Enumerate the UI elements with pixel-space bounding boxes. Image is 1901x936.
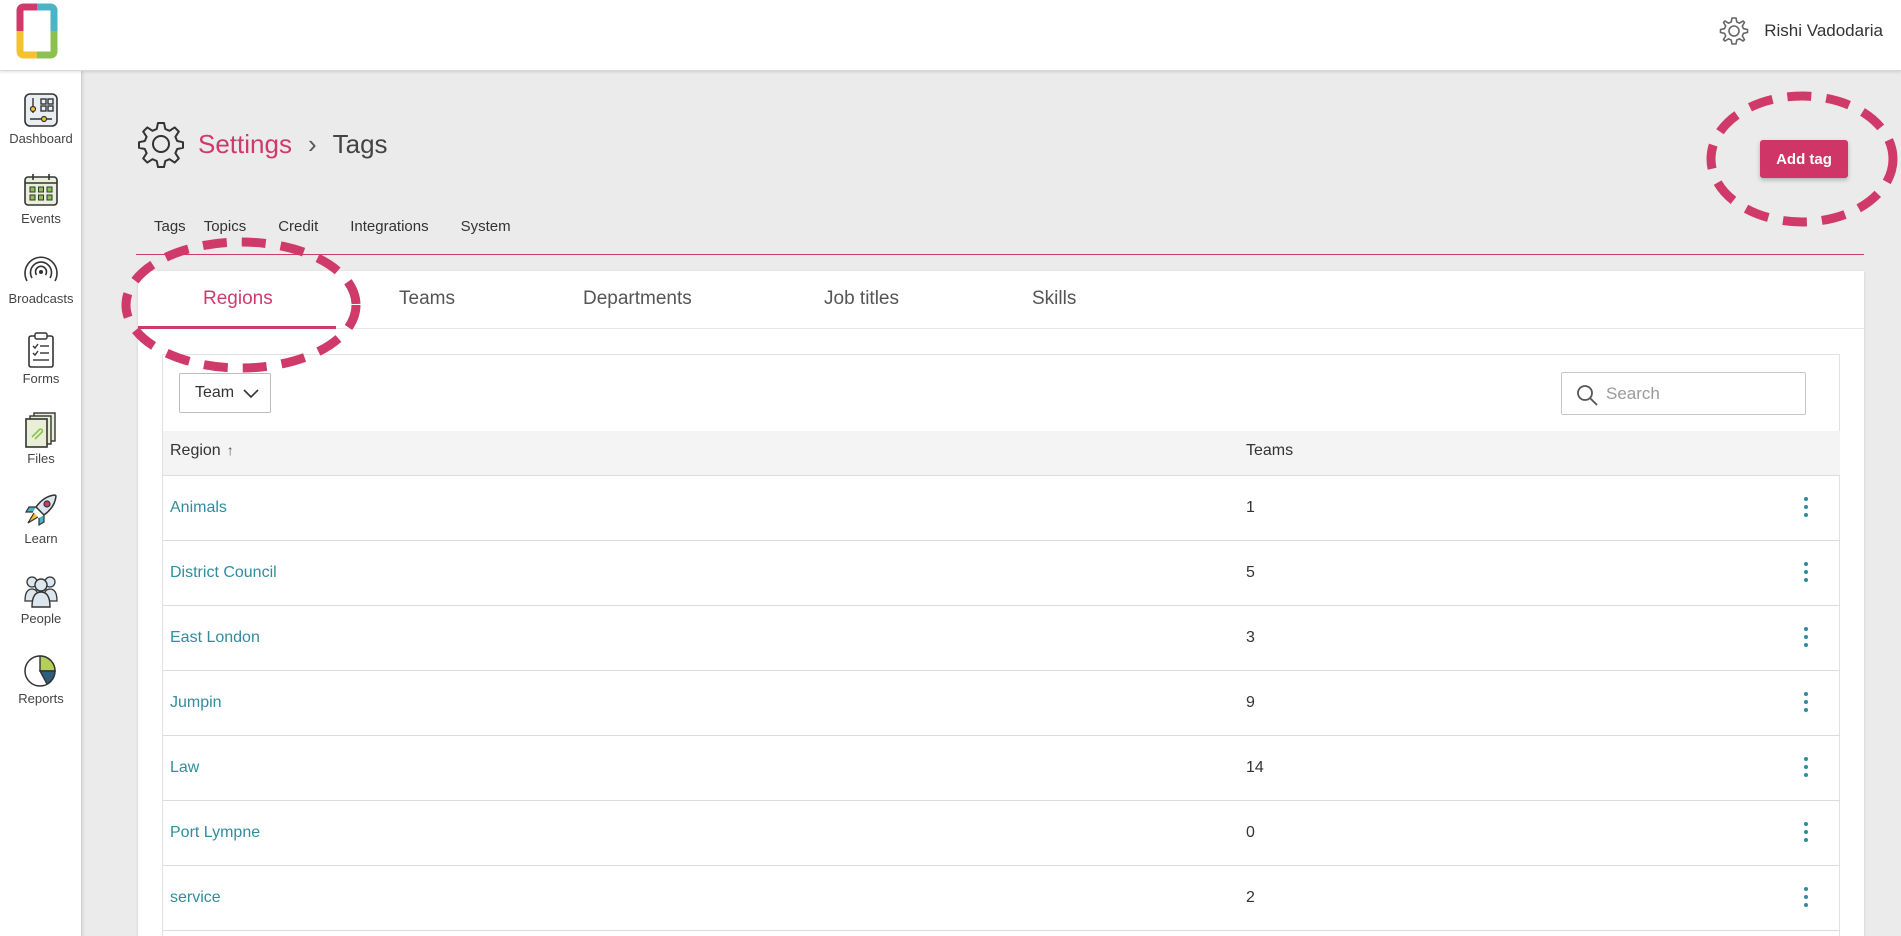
top-bar: Rishi Vadodaria (0, 0, 1901, 71)
tags-panel: Regions Teams Departments Job titles Ski… (138, 271, 1864, 936)
sidebar-item-learn[interactable]: Learn (0, 481, 82, 561)
sidebar-item-people[interactable]: People (0, 561, 82, 641)
sidebar: Dashboard Events Broadcasts Forms Files … (0, 71, 82, 936)
chevron-down-icon (243, 389, 259, 399)
row-menu-icon[interactable] (1799, 690, 1813, 716)
app-logo[interactable] (16, 3, 58, 59)
search-icon (1577, 385, 1598, 406)
teams-count: 0 (1246, 824, 1255, 841)
tab-teams[interactable]: Teams (399, 288, 455, 310)
column-header-teams[interactable]: Teams (1246, 442, 1293, 460)
add-tag-button[interactable]: Add tag (1760, 140, 1848, 178)
table-row: Port Lympne 0 (163, 801, 1840, 866)
active-tab-indicator (138, 326, 336, 329)
clipboard-icon (28, 332, 54, 368)
sort-ascending-icon: ↑ (226, 442, 234, 458)
table-row: service 2 (163, 866, 1840, 931)
tab-tags[interactable]: Tags (136, 216, 186, 235)
tag-type-tabs: Regions Teams Departments Job titles Ski… (138, 271, 1864, 329)
sidebar-item-files[interactable]: Files (0, 401, 82, 481)
region-link[interactable]: service (170, 889, 221, 907)
teams-count: 14 (1246, 759, 1264, 776)
tab-job-titles[interactable]: Job titles (824, 288, 899, 310)
broadcast-icon (24, 256, 58, 282)
dashboard-icon (24, 93, 58, 127)
column-header-region[interactable]: Region ↑ (170, 442, 234, 460)
user-menu[interactable]: Rishi Vadodaria (1718, 14, 1883, 48)
settings-gear-icon[interactable] (1718, 15, 1750, 47)
tabs-divider (136, 254, 1864, 255)
page-title: Tags (332, 128, 388, 159)
team-filter-dropdown[interactable]: Team (179, 373, 271, 413)
dropdown-value: Team (195, 384, 235, 401)
sidebar-item-label: Dashboard (9, 131, 73, 146)
row-menu-icon[interactable] (1799, 560, 1813, 586)
tab-regions[interactable]: Regions (203, 288, 273, 310)
breadcrumb: Settings › Tags (136, 119, 388, 169)
settings-tabs: Tags Topics Credit Integrations System (136, 216, 511, 235)
region-link[interactable]: Jumpin (170, 694, 222, 712)
table-row: Law 14 (163, 736, 1840, 801)
tab-integrations[interactable]: Integrations (350, 216, 428, 235)
table-row: East London 3 (163, 606, 1840, 671)
tab-system[interactable]: System (461, 216, 511, 235)
row-menu-icon[interactable] (1799, 755, 1813, 781)
region-link[interactable]: Law (170, 759, 199, 777)
row-menu-icon[interactable] (1799, 625, 1813, 651)
sidebar-item-events[interactable]: Events (0, 161, 82, 241)
files-icon (25, 412, 56, 448)
sidebar-item-forms[interactable]: Forms (0, 321, 82, 401)
sidebar-item-dashboard[interactable]: Dashboard (0, 81, 82, 161)
teams-count: 9 (1246, 694, 1255, 711)
region-link[interactable]: Animals (170, 499, 227, 517)
tab-credit[interactable]: Credit (278, 216, 318, 235)
calendar-icon (24, 174, 58, 206)
row-menu-icon[interactable] (1799, 495, 1813, 521)
teams-count: 5 (1246, 564, 1255, 581)
search-input[interactable] (1606, 381, 1796, 407)
tab-departments[interactable]: Departments (583, 288, 692, 310)
region-link[interactable]: District Council (170, 564, 277, 582)
sidebar-item-label: Broadcasts (8, 291, 74, 306)
region-link[interactable]: East London (170, 629, 260, 647)
sidebar-item-reports[interactable]: Reports (0, 641, 82, 721)
breadcrumb-settings-link[interactable]: Settings (198, 129, 292, 160)
regions-table-container: Team Region↑ Teams Animals 1 District Co… (162, 354, 1840, 936)
tab-topics[interactable]: Topics (204, 216, 247, 235)
sidebar-item-label: Reports (18, 691, 64, 706)
rocket-icon (24, 494, 57, 527)
sidebar-item-label: Files (27, 451, 55, 466)
search-box (1561, 372, 1806, 415)
sidebar-item-broadcasts[interactable]: Broadcasts (0, 241, 82, 321)
table-header: Region ↑ Teams (163, 431, 1840, 476)
table-row: Jumpin 9 (163, 671, 1840, 736)
table-row: Animals 1 (163, 476, 1840, 541)
row-menu-icon[interactable] (1799, 885, 1813, 911)
tab-skills[interactable]: Skills (1032, 288, 1076, 310)
table-row: District Council 5 (163, 541, 1840, 606)
teams-count: 1 (1246, 499, 1255, 516)
sidebar-item-label: People (20, 611, 62, 626)
settings-gear-icon (138, 122, 184, 168)
breadcrumb-separator: › (307, 128, 317, 159)
user-name[interactable]: Rishi Vadodaria (1764, 21, 1883, 41)
pie-chart-icon (24, 655, 56, 687)
teams-count: 2 (1246, 889, 1255, 906)
row-menu-icon[interactable] (1799, 820, 1813, 846)
sidebar-item-label: Forms (22, 371, 60, 386)
sidebar-item-label: Learn (24, 531, 58, 546)
region-link[interactable]: Port Lympne (170, 824, 260, 842)
teams-count: 3 (1246, 629, 1255, 646)
sidebar-item-label: Events (21, 211, 61, 226)
people-icon (24, 576, 58, 608)
